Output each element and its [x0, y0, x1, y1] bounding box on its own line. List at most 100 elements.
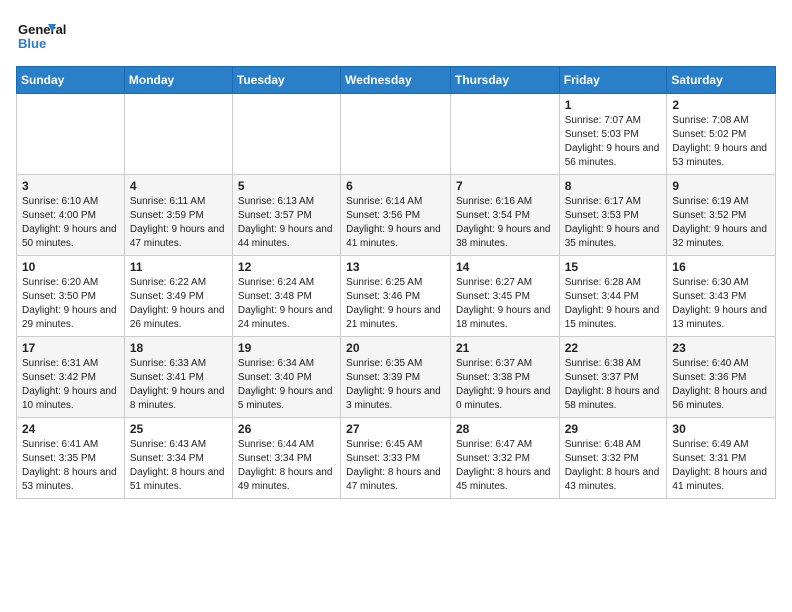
day-detail: Sunrise: 6:30 AM Sunset: 3:43 PM Dayligh… [672, 276, 770, 332]
day-detail: Sunrise: 6:49 AM Sunset: 3:31 PM Dayligh… [672, 438, 770, 494]
calendar-cell: 8Sunrise: 6:17 AM Sunset: 3:53 PM Daylig… [559, 175, 667, 256]
day-detail: Sunrise: 6:45 AM Sunset: 3:33 PM Dayligh… [346, 438, 445, 494]
calendar-cell [450, 94, 559, 175]
day-number: 15 [565, 260, 662, 274]
day-detail: Sunrise: 6:38 AM Sunset: 3:37 PM Dayligh… [565, 357, 662, 413]
day-detail: Sunrise: 6:37 AM Sunset: 3:38 PM Dayligh… [456, 357, 554, 413]
calendar-week-2: 3 Sunrise: 6:10 AM Sunset: 4:00 PM Daylig… [17, 175, 776, 256]
day-number: 28 [456, 422, 554, 436]
logo: General Blue [16, 16, 96, 56]
day-detail: Sunrise: 6:14 AM Sunset: 3:56 PM Dayligh… [346, 195, 445, 251]
day-number: 24 [22, 422, 119, 436]
svg-text:General: General [18, 22, 66, 37]
day-detail: Sunrise: 6:34 AM Sunset: 3:40 PM Dayligh… [238, 357, 335, 413]
day-detail: Sunrise: 6:48 AM Sunset: 3:32 PM Dayligh… [565, 438, 662, 494]
weekday-header-sunday: Sunday [17, 67, 125, 94]
day-detail: Sunrise: 6:25 AM Sunset: 3:46 PM Dayligh… [346, 276, 445, 332]
day-detail: Sunrise: 6:43 AM Sunset: 3:34 PM Dayligh… [130, 438, 227, 494]
calendar-cell: 15 Sunrise: 6:28 AM Sunset: 3:44 PM Dayli… [559, 256, 667, 337]
calendar-week-4: 17 Sunrise: 6:31 AM Sunset: 3:42 PM Dayli… [17, 337, 776, 418]
day-detail: Sunrise: 6:27 AM Sunset: 3:45 PM Dayligh… [456, 276, 554, 332]
day-number: 2 [672, 98, 770, 112]
svg-text:Blue: Blue [18, 36, 46, 51]
day-number: 3 [22, 179, 119, 193]
calendar-cell: 20 Sunrise: 6:35 AM Sunset: 3:39 PM Dayli… [341, 337, 451, 418]
day-detail: Sunrise: 6:47 AM Sunset: 3:32 PM Dayligh… [456, 438, 554, 494]
weekday-header-monday: Monday [124, 67, 232, 94]
day-number: 26 [238, 422, 335, 436]
calendar-cell: 5 Sunrise: 6:13 AM Sunset: 3:57 PM Daylig… [232, 175, 340, 256]
day-number: 20 [346, 341, 445, 355]
day-number: 5 [238, 179, 335, 193]
calendar-cell: 28 Sunrise: 6:47 AM Sunset: 3:32 PM Dayli… [450, 418, 559, 499]
day-detail: Sunrise: 6:11 AM Sunset: 3:59 PM Dayligh… [130, 195, 227, 251]
calendar-cell: 7Sunrise: 6:16 AM Sunset: 3:54 PM Daylig… [450, 175, 559, 256]
day-number: 7 [456, 179, 554, 193]
calendar-cell: 6Sunrise: 6:14 AM Sunset: 3:56 PM Daylig… [341, 175, 451, 256]
calendar-cell: 21 Sunrise: 6:37 AM Sunset: 3:38 PM Dayli… [450, 337, 559, 418]
day-detail: Sunrise: 6:41 AM Sunset: 3:35 PM Dayligh… [22, 438, 119, 494]
calendar-week-1: 1 Sunrise: 7:07 AM Sunset: 5:03 PM Daylig… [17, 94, 776, 175]
day-detail: Sunrise: 6:19 AM Sunset: 3:52 PM Dayligh… [672, 195, 770, 251]
day-number: 9 [672, 179, 770, 193]
day-number: 25 [130, 422, 227, 436]
calendar-cell: 12 Sunrise: 6:24 AM Sunset: 3:48 PM Dayli… [232, 256, 340, 337]
calendar-cell: 22Sunrise: 6:38 AM Sunset: 3:37 PM Dayli… [559, 337, 667, 418]
calendar-cell: 17 Sunrise: 6:31 AM Sunset: 3:42 PM Dayli… [17, 337, 125, 418]
day-detail: Sunrise: 6:22 AM Sunset: 3:49 PM Dayligh… [130, 276, 227, 332]
calendar-week-5: 24 Sunrise: 6:41 AM Sunset: 3:35 PM Dayli… [17, 418, 776, 499]
day-number: 18 [130, 341, 227, 355]
day-number: 17 [22, 341, 119, 355]
day-detail: Sunrise: 7:08 AM Sunset: 5:02 PM Dayligh… [672, 114, 770, 170]
day-number: 21 [456, 341, 554, 355]
day-number: 23 [672, 341, 770, 355]
logo-icon: General Blue [16, 16, 96, 56]
calendar-table: SundayMondayTuesdayWednesdayThursdayFrid… [16, 66, 776, 499]
calendar-cell: 16 Sunrise: 6:30 AM Sunset: 3:43 PM Dayli… [667, 256, 776, 337]
calendar-cell: 9 Sunrise: 6:19 AM Sunset: 3:52 PM Daylig… [667, 175, 776, 256]
day-number: 16 [672, 260, 770, 274]
day-detail: Sunrise: 6:28 AM Sunset: 3:44 PM Dayligh… [565, 276, 662, 332]
day-detail: Sunrise: 6:40 AM Sunset: 3:36 PM Dayligh… [672, 357, 770, 413]
calendar-cell: 25 Sunrise: 6:43 AM Sunset: 3:34 PM Dayli… [124, 418, 232, 499]
day-number: 12 [238, 260, 335, 274]
day-number: 10 [22, 260, 119, 274]
weekday-header-saturday: Saturday [667, 67, 776, 94]
calendar-cell: 13 Sunrise: 6:25 AM Sunset: 3:46 PM Dayli… [341, 256, 451, 337]
calendar-cell: 2 Sunrise: 7:08 AM Sunset: 5:02 PM Daylig… [667, 94, 776, 175]
day-detail: Sunrise: 6:24 AM Sunset: 3:48 PM Dayligh… [238, 276, 335, 332]
calendar-cell: 23 Sunrise: 6:40 AM Sunset: 3:36 PM Dayli… [667, 337, 776, 418]
calendar-cell: 18 Sunrise: 6:33 AM Sunset: 3:41 PM Dayli… [124, 337, 232, 418]
day-number: 4 [130, 179, 227, 193]
calendar-cell [341, 94, 451, 175]
day-number: 30 [672, 422, 770, 436]
page-header: General Blue [16, 16, 776, 56]
calendar-cell: 10 Sunrise: 6:20 AM Sunset: 3:50 PM Dayli… [17, 256, 125, 337]
day-detail: Sunrise: 7:07 AM Sunset: 5:03 PM Dayligh… [565, 114, 662, 170]
day-number: 13 [346, 260, 445, 274]
calendar-cell: 1 Sunrise: 7:07 AM Sunset: 5:03 PM Daylig… [559, 94, 667, 175]
calendar-cell: 27Sunrise: 6:45 AM Sunset: 3:33 PM Dayli… [341, 418, 451, 499]
day-detail: Sunrise: 6:31 AM Sunset: 3:42 PM Dayligh… [22, 357, 119, 413]
calendar-cell: 3 Sunrise: 6:10 AM Sunset: 4:00 PM Daylig… [17, 175, 125, 256]
calendar-cell: 11 Sunrise: 6:22 AM Sunset: 3:49 PM Dayli… [124, 256, 232, 337]
day-detail: Sunrise: 6:33 AM Sunset: 3:41 PM Dayligh… [130, 357, 227, 413]
calendar-week-3: 10 Sunrise: 6:20 AM Sunset: 3:50 PM Dayli… [17, 256, 776, 337]
calendar-cell: 24 Sunrise: 6:41 AM Sunset: 3:35 PM Dayli… [17, 418, 125, 499]
calendar-cell: 30 Sunrise: 6:49 AM Sunset: 3:31 PM Dayli… [667, 418, 776, 499]
calendar-cell [17, 94, 125, 175]
day-detail: Sunrise: 6:10 AM Sunset: 4:00 PM Dayligh… [22, 195, 119, 251]
calendar-cell: 29 Sunrise: 6:48 AM Sunset: 3:32 PM Dayli… [559, 418, 667, 499]
day-detail: Sunrise: 6:20 AM Sunset: 3:50 PM Dayligh… [22, 276, 119, 332]
day-detail: Sunrise: 6:35 AM Sunset: 3:39 PM Dayligh… [346, 357, 445, 413]
day-number: 29 [565, 422, 662, 436]
weekday-header-row: SundayMondayTuesdayWednesdayThursdayFrid… [17, 67, 776, 94]
weekday-header-wednesday: Wednesday [341, 67, 451, 94]
calendar-cell [232, 94, 340, 175]
day-number: 11 [130, 260, 227, 274]
day-number: 1 [565, 98, 662, 112]
calendar-cell [124, 94, 232, 175]
day-detail: Sunrise: 6:13 AM Sunset: 3:57 PM Dayligh… [238, 195, 335, 251]
weekday-header-thursday: Thursday [450, 67, 559, 94]
calendar-cell: 14Sunrise: 6:27 AM Sunset: 3:45 PM Dayli… [450, 256, 559, 337]
